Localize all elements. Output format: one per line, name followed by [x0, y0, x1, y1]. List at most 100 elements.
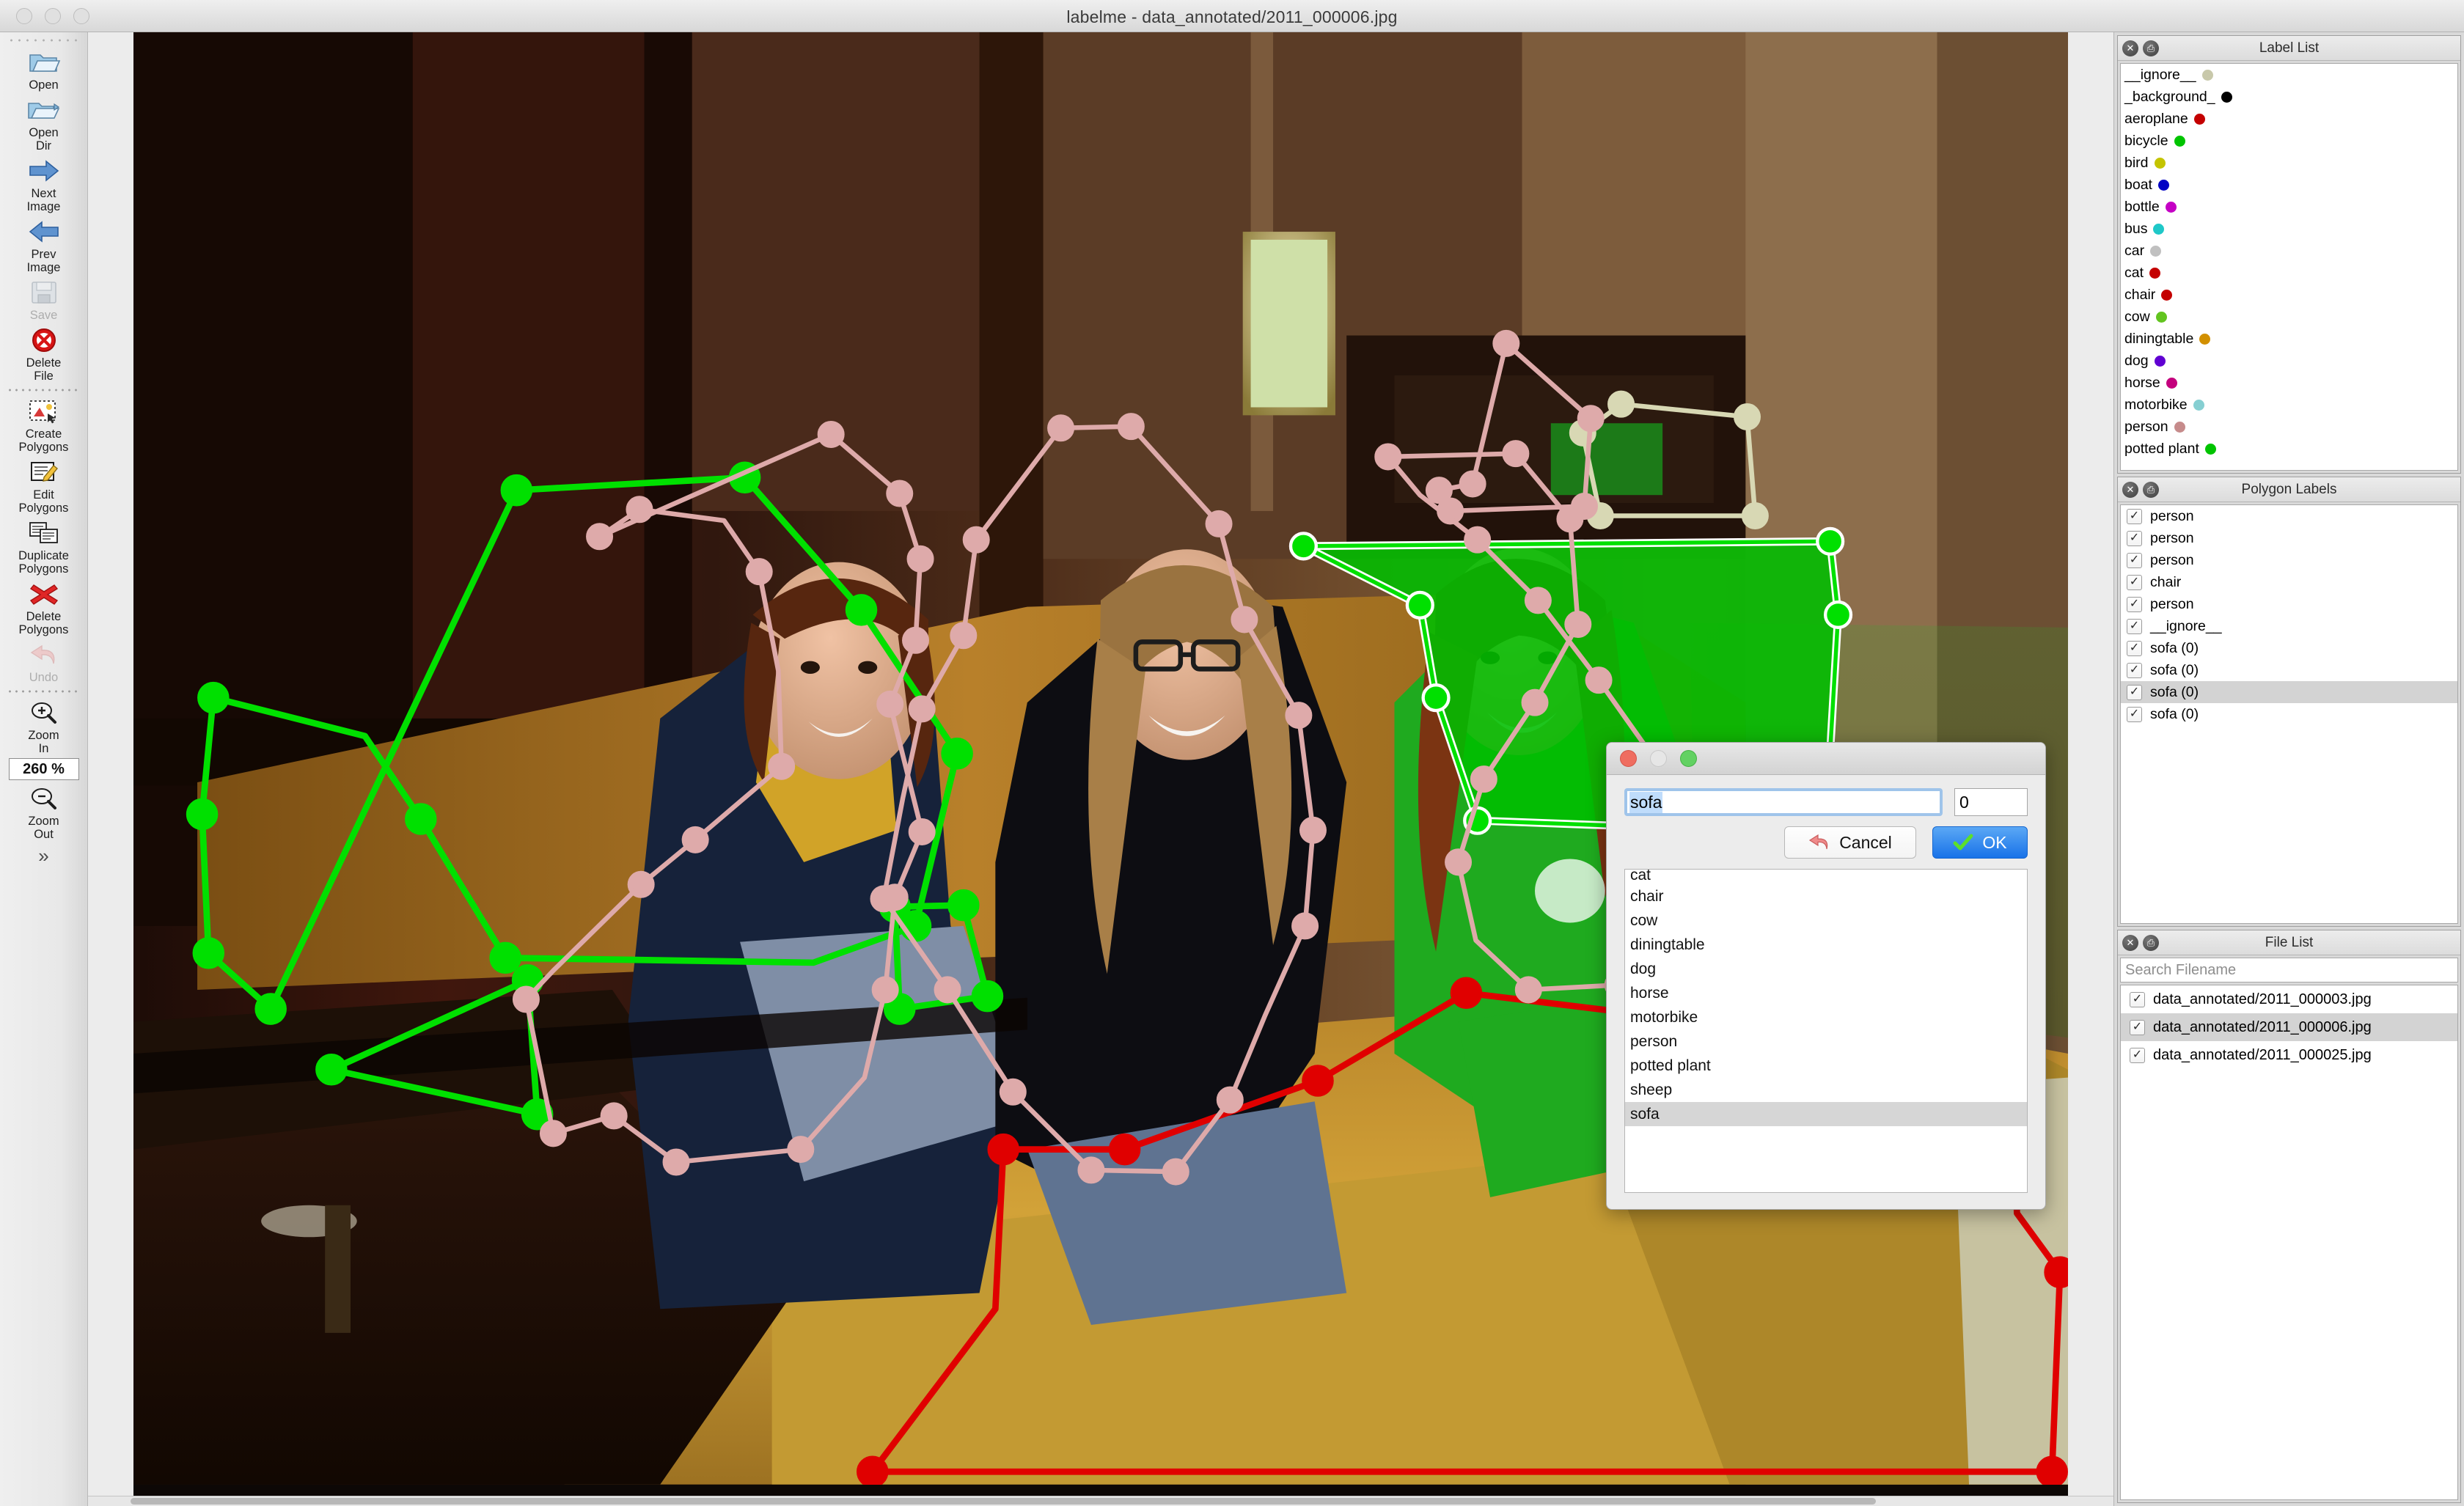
label-list-item[interactable]: bottle	[2121, 196, 2457, 218]
toolbar-item-save[interactable]: Save	[0, 276, 87, 323]
toolbar-item-open-dir[interactable]: Open Dir	[0, 93, 87, 154]
toolbar-item-edit-polygons[interactable]: Edit Polygons	[0, 455, 87, 516]
file-list-row[interactable]: ✓ data_annotated/2011_000003.jpg	[2121, 985, 2457, 1013]
label-suggestion-item[interactable]: cow	[1625, 908, 2027, 933]
close-icon[interactable]: ✕	[2122, 40, 2138, 56]
toolbar-item-delete-polygons[interactable]: Delete Polygons	[0, 577, 87, 638]
file-checkbox[interactable]: ✓	[2130, 991, 2145, 1007]
label-list-item[interactable]: dog	[2121, 350, 2457, 372]
label-entry-dialog[interactable]: sofa 0 Cancel OK cat chair cow diningtab…	[1606, 742, 2046, 1210]
close-icon[interactable]: ✕	[2122, 934, 2138, 951]
polygon-visibility-checkbox[interactable]: ✓	[2127, 684, 2142, 700]
toolbar-drag-handle[interactable]	[7, 37, 81, 44]
label-suggestion-item[interactable]: motorbike	[1625, 1005, 2027, 1029]
floppy-disk-icon	[27, 278, 61, 307]
label-list-item[interactable]: _background_	[2121, 86, 2457, 108]
label-suggestion-item[interactable]: chair	[1625, 884, 2027, 908]
label-list-item[interactable]: bird	[2121, 152, 2457, 174]
polygon-label-row[interactable]: ✓ person	[2121, 549, 2457, 571]
polygon-visibility-checkbox[interactable]: ✓	[2127, 508, 2142, 524]
label-input-value: sofa	[1629, 791, 1663, 813]
polygon-visibility-checkbox[interactable]: ✓	[2127, 706, 2142, 722]
polygon-visibility-checkbox[interactable]: ✓	[2127, 552, 2142, 568]
label-suggestion-item[interactable]: sofa	[1625, 1102, 2027, 1126]
toolbar-item-open[interactable]: Open	[0, 45, 87, 93]
label-list-item[interactable]: cow	[2121, 306, 2457, 328]
toolbar-item-undo[interactable]: Undo	[0, 638, 87, 686]
polygon-labels-body[interactable]: ✓ person ✓ person ✓ person ✓ chair ✓ person ✓ __ign…	[2120, 504, 2458, 924]
polygon-label-row[interactable]: ✓ chair	[2121, 571, 2457, 593]
scrollbar-thumb[interactable]	[131, 1498, 1876, 1505]
label-list-item[interactable]: horse	[2121, 372, 2457, 394]
close-icon[interactable]: ✕	[2122, 481, 2138, 498]
label-list-item[interactable]: car	[2121, 240, 2457, 262]
label-suggestion-item[interactable]: dog	[1625, 957, 2027, 981]
polygon-label-row[interactable]: ✓ person	[2121, 593, 2457, 615]
label-suggestion-item[interactable]: person	[1625, 1029, 2027, 1054]
group-id-input[interactable]: 0	[1954, 788, 2028, 816]
label-list-item[interactable]: chair	[2121, 284, 2457, 306]
undock-icon[interactable]: ⎙	[2143, 934, 2159, 951]
label-list-item[interactable]: diningtable	[2121, 328, 2457, 350]
toolbar-item-next-image[interactable]: Next Image	[0, 154, 87, 215]
file-checkbox[interactable]: ✓	[2130, 1019, 2145, 1035]
polygon-label-row[interactable]: ✓ sofa (0)	[2121, 637, 2457, 659]
polygon-label-row[interactable]: ✓ sofa (0)	[2121, 681, 2457, 703]
toolbar-item-zoom-out[interactable]: Zoom Out	[0, 782, 87, 842]
polygon-label-row[interactable]: ✓ __ignore__	[2121, 615, 2457, 637]
file-list-row[interactable]: ✓ data_annotated/2011_000006.jpg	[2121, 1013, 2457, 1041]
file-list-title: File List	[2265, 934, 2314, 950]
undock-icon[interactable]: ⎙	[2143, 40, 2159, 56]
label-list-item[interactable]: aeroplane	[2121, 108, 2457, 130]
polygon-label-row[interactable]: ✓ person	[2121, 527, 2457, 549]
file-list-body[interactable]: ✓ data_annotated/2011_000003.jpg ✓ data_ann…	[2120, 985, 2458, 1500]
arrow-left-icon	[27, 217, 61, 246]
cancel-button[interactable]: Cancel	[1784, 826, 1916, 859]
label-suggestion-item[interactable]: horse	[1625, 981, 2027, 1005]
label-suggestion-item[interactable]: potted plant	[1625, 1054, 2027, 1078]
label-list-item[interactable]: boat	[2121, 174, 2457, 196]
polygon-visibility-checkbox[interactable]: ✓	[2127, 640, 2142, 656]
toolbar-item-prev-image[interactable]: Prev Image	[0, 215, 87, 276]
toolbar-item-delete-file[interactable]: Delete File	[0, 323, 87, 384]
label-list-item[interactable]: potted plant	[2121, 438, 2457, 460]
polygon-label-row[interactable]: ✓ sofa (0)	[2121, 659, 2457, 681]
label-suggestion-list[interactable]: cat chair cow diningtable dog horse motorbike p…	[1624, 869, 2028, 1193]
label-list-body[interactable]: __ignore__ _background_ aeroplane bicycle bi…	[2120, 63, 2458, 471]
polygon-visibility-checkbox[interactable]: ✓	[2127, 618, 2142, 634]
label-suggestion-item[interactable]: sheep	[1625, 1078, 2027, 1102]
label-color-dot	[2154, 355, 2166, 367]
canvas-horizontal-scrollbar[interactable]	[88, 1496, 2113, 1506]
label-list-item[interactable]: person	[2121, 416, 2457, 438]
zoom-level-field[interactable]: 260 %	[8, 758, 79, 780]
polygon-label-row[interactable]: ✓ person	[2121, 505, 2457, 527]
dialog-minimize-button[interactable]	[1650, 750, 1667, 767]
label-list-item[interactable]: bicycle	[2121, 130, 2457, 152]
polygon-label-row[interactable]: ✓ sofa (0)	[2121, 703, 2457, 725]
undock-icon[interactable]: ⎙	[2143, 481, 2159, 498]
label-list-item[interactable]: bus	[2121, 218, 2457, 240]
ok-button[interactable]: OK	[1932, 826, 2028, 859]
search-filename-input[interactable]: Search Filename	[2120, 958, 2458, 982]
polygon-visibility-checkbox[interactable]: ✓	[2127, 530, 2142, 546]
label-color-dot	[2165, 201, 2177, 213]
polygon-visibility-checkbox[interactable]: ✓	[2127, 596, 2142, 612]
polygon-visibility-checkbox[interactable]: ✓	[2127, 574, 2142, 590]
file-list-row[interactable]: ✓ data_annotated/2011_000025.jpg	[2121, 1041, 2457, 1069]
label-text-input[interactable]: sofa	[1624, 788, 1943, 816]
dialog-close-button[interactable]	[1620, 750, 1637, 767]
app-window: labelme - data_annotated/2011_000006.jpg…	[0, 0, 2464, 1506]
chevron-double-down-icon[interactable]: »	[38, 846, 48, 865]
label-suggestion-item[interactable]: diningtable	[1625, 933, 2027, 957]
label-list-item[interactable]: motorbike	[2121, 394, 2457, 416]
toolbar-item-duplicate-polygons[interactable]: Duplicate Polygons	[0, 516, 87, 577]
label-list-item[interactable]: __ignore__	[2121, 64, 2457, 86]
file-checkbox[interactable]: ✓	[2130, 1047, 2145, 1063]
label-list-item[interactable]: cat	[2121, 262, 2457, 284]
toolbar-item-create-polygons[interactable]: Create Polygons	[0, 394, 87, 455]
open-dir-icon	[27, 95, 61, 125]
dialog-zoom-button[interactable]	[1680, 750, 1697, 767]
polygon-visibility-checkbox[interactable]: ✓	[2127, 662, 2142, 678]
label-suggestion-item[interactable]: cat	[1625, 870, 2027, 884]
toolbar-item-zoom-in[interactable]: Zoom In	[0, 696, 87, 757]
